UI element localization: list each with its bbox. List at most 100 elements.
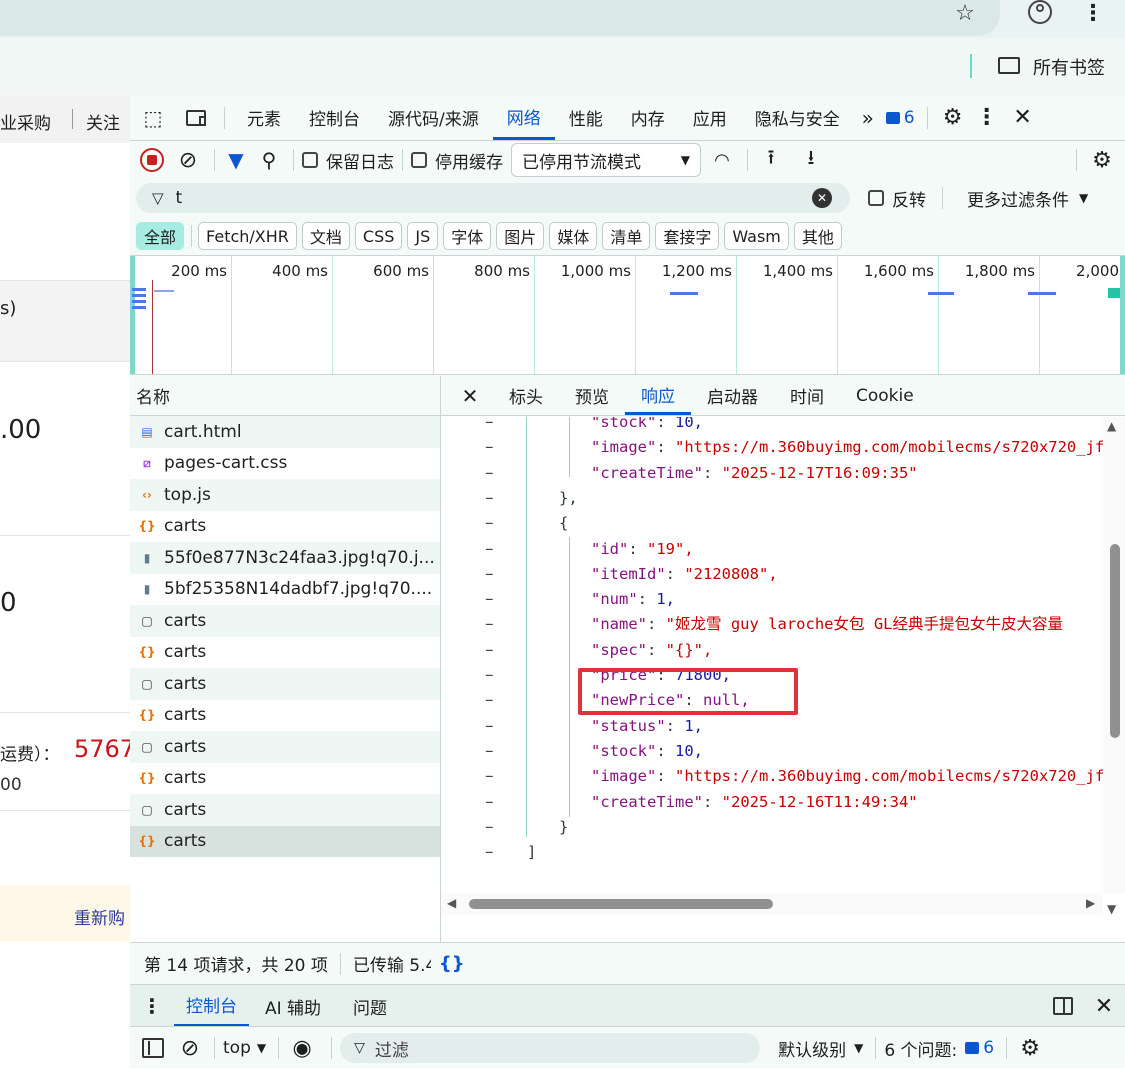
name-column-header[interactable]: 名称: [130, 376, 440, 416]
log-level-select[interactable]: 默认级别: [778, 1036, 846, 1061]
tab-initiator[interactable]: 启动器: [691, 376, 774, 415]
tab-performance[interactable]: 性能: [555, 95, 617, 140]
chip-media[interactable]: 媒体: [549, 222, 598, 250]
all-bookmarks-label[interactable]: 所有书签: [1033, 54, 1105, 80]
tab-elements[interactable]: 元素: [233, 95, 295, 140]
scroll-down-arrow-icon[interactable]: ▼: [1107, 902, 1116, 916]
request-row[interactable]: ⧄ pages-cart.css: [130, 448, 440, 480]
chip-doc[interactable]: 文档: [301, 222, 350, 250]
inspect-element-icon[interactable]: ⬚: [130, 95, 176, 141]
request-row[interactable]: ▮ 55f0e877N3c24faa3.jpg!q70.j...: [130, 542, 440, 574]
pretty-print-braces-icon[interactable]: {}: [439, 953, 465, 974]
scroll-left-arrow-icon[interactable]: ◀: [447, 896, 456, 910]
sidebar-toggle-icon[interactable]: [142, 1038, 164, 1058]
request-row[interactable]: {} carts: [130, 763, 440, 795]
close-devtools-icon[interactable]: ✕: [1004, 95, 1042, 141]
timeline-left-handle[interactable]: [130, 256, 135, 374]
request-row[interactable]: ▢ carts: [130, 731, 440, 763]
address-bar[interactable]: [0, 0, 1000, 36]
more-tabs-chevron-icon[interactable]: »: [854, 95, 882, 141]
nav-item-procurement[interactable]: 业采购: [0, 109, 51, 134]
import-har-upload-icon[interactable]: ⭱: [756, 145, 786, 175]
chip-fetch-xhr[interactable]: Fetch/XHR: [198, 222, 297, 250]
close-detail-icon[interactable]: ✕: [441, 376, 499, 416]
throttle-select[interactable]: 已停用节流模式 ▼: [511, 143, 701, 177]
chip-manifest[interactable]: 清单: [602, 222, 651, 250]
clear-filter-icon[interactable]: ✕: [812, 188, 832, 208]
disable-cache-checkbox[interactable]: [411, 152, 427, 168]
chip-socket[interactable]: 套接字: [655, 222, 720, 250]
drawer-menu-icon[interactable]: ⋮: [130, 985, 174, 1027]
request-row[interactable]: ‹› top.js: [130, 479, 440, 511]
tab-application[interactable]: 应用: [679, 95, 741, 140]
scrollbar-thumb[interactable]: [469, 899, 773, 909]
issues-label[interactable]: 6 个问题:: [884, 1036, 957, 1061]
tab-response[interactable]: 响应: [625, 376, 691, 415]
network-conditions-wifi-icon[interactable]: ◠: [705, 145, 739, 175]
request-row[interactable]: ▢ carts: [130, 794, 440, 826]
request-row[interactable]: ▢ carts: [130, 668, 440, 700]
bookmark-star-icon[interactable]: ☆: [950, 0, 980, 26]
chip-wasm[interactable]: Wasm: [724, 222, 789, 250]
clear-console-icon[interactable]: ⊘: [178, 1036, 202, 1061]
tab-sources[interactable]: 源代码/来源: [374, 95, 493, 140]
live-expression-eye-icon[interactable]: ◉: [287, 1033, 317, 1063]
more-filters-button[interactable]: 更多过滤条件: [967, 186, 1069, 211]
dock-side-icon[interactable]: [1043, 985, 1083, 1027]
chip-css[interactable]: CSS: [354, 222, 403, 250]
drawer-tab-ai-assistance[interactable]: AI 辅助: [249, 985, 337, 1027]
export-har-download-icon[interactable]: ⭳: [796, 145, 826, 175]
tab-timing[interactable]: 时间: [774, 376, 840, 415]
chip-js[interactable]: JS: [407, 222, 439, 250]
tab-memory[interactable]: 内存: [617, 95, 679, 140]
tab-preview[interactable]: 预览: [559, 376, 625, 415]
search-icon[interactable]: ⚲: [257, 147, 281, 173]
chip-img[interactable]: 图片: [496, 222, 545, 250]
tab-console[interactable]: 控制台: [295, 95, 374, 140]
record-stop-icon[interactable]: [140, 148, 164, 172]
request-row[interactable]: ▮ 5bf25358N14dadbf7.jpg!q70....: [130, 574, 440, 606]
request-row[interactable]: ▤ cart.html: [130, 416, 440, 448]
profile-icon[interactable]: [1028, 0, 1052, 24]
horizontal-scrollbar[interactable]: ◀ ▶: [441, 893, 1103, 915]
scroll-right-arrow-icon[interactable]: ▶: [1086, 896, 1095, 910]
console-filter-input[interactable]: ▽ 过滤: [340, 1033, 761, 1063]
network-settings-gear-icon[interactable]: ⚙: [1085, 145, 1119, 175]
chip-all[interactable]: 全部: [136, 222, 185, 250]
console-settings-gear-icon[interactable]: ⚙: [1015, 1033, 1045, 1063]
device-toolbar-icon[interactable]: [176, 95, 216, 141]
rebuy-link[interactable]: 重新购: [74, 904, 125, 929]
filter-input[interactable]: ▽ t ✕: [136, 183, 850, 213]
tab-cookies[interactable]: Cookie: [840, 376, 930, 415]
devtools-menu-icon[interactable]: ⋮: [970, 95, 1004, 141]
request-row[interactable]: {} carts: [130, 637, 440, 669]
browser-menu-icon[interactable]: ⋮: [1082, 0, 1104, 26]
invert-checkbox[interactable]: [868, 190, 884, 206]
preserve-log-checkbox[interactable]: [302, 152, 318, 168]
vertical-scrollbar[interactable]: ▲ ▼: [1103, 417, 1125, 916]
scroll-up-arrow-icon[interactable]: ▲: [1107, 419, 1116, 433]
timeline-right-handle[interactable]: [1120, 256, 1125, 374]
filter-funnel-icon[interactable]: ▼: [223, 147, 249, 173]
request-row[interactable]: {} carts: [130, 700, 440, 732]
request-name: pages-cart.css: [164, 453, 288, 474]
request-row[interactable]: {} carts: [130, 511, 440, 543]
settings-gear-icon[interactable]: ⚙: [936, 95, 970, 141]
chip-font[interactable]: 字体: [443, 222, 492, 250]
tab-network[interactable]: 网络: [492, 95, 555, 140]
scrollbar-thumb[interactable]: [1110, 544, 1120, 738]
clear-icon[interactable]: ⊘: [176, 148, 200, 173]
tab-headers[interactable]: 标头: [499, 376, 559, 415]
drawer-tab-console[interactable]: 控制台: [174, 985, 249, 1027]
nav-item-follow[interactable]: 关注: [86, 109, 120, 134]
drawer-tab-issues[interactable]: 问题: [337, 985, 403, 1027]
response-code-viewer[interactable]: – "stock": 10, – "image": "https://m.360buy…: [441, 417, 1103, 893]
chip-other[interactable]: 其他: [793, 222, 842, 250]
context-select[interactable]: top: [223, 1038, 251, 1058]
issues-badge[interactable]: 6: [882, 95, 919, 141]
request-row[interactable]: {} carts: [130, 825, 440, 857]
tab-privacy-security[interactable]: 隐私与安全: [741, 95, 854, 140]
network-overview-timeline[interactable]: 200 ms 400 ms 600 ms 800 ms 1,000 ms 1,2…: [130, 255, 1125, 375]
close-drawer-icon[interactable]: ✕: [1083, 985, 1125, 1027]
request-row[interactable]: ▢ carts: [130, 605, 440, 637]
